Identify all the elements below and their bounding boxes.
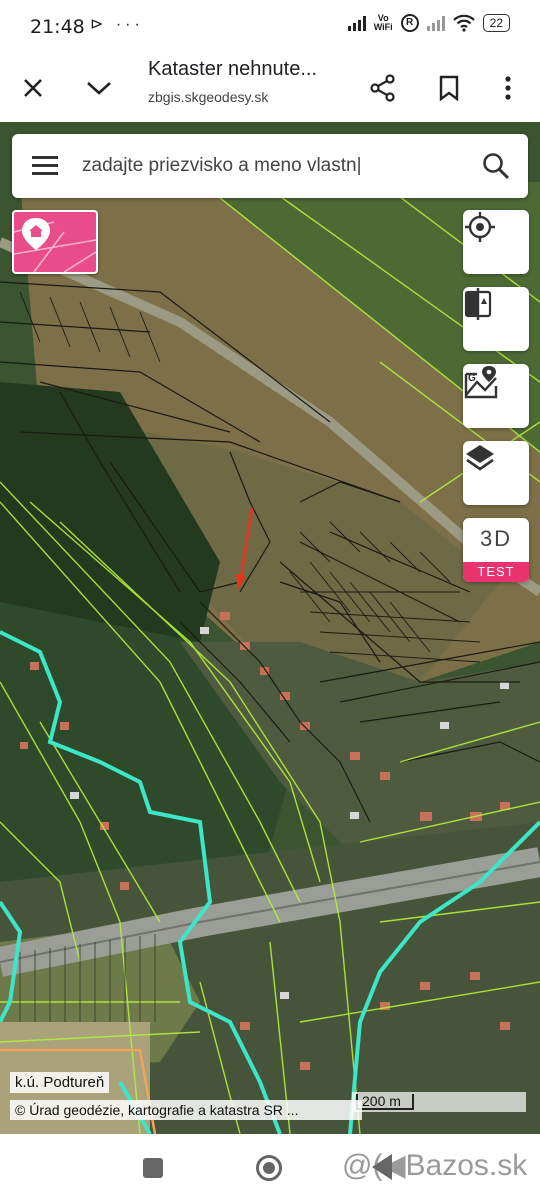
bookmark-icon[interactable] (427, 66, 471, 110)
copyright-text[interactable]: © Úrad geodézie, kartografie a katastra … (10, 1100, 362, 1120)
layers-button[interactable] (463, 441, 529, 505)
share-icon[interactable] (361, 66, 405, 110)
compare-button[interactable] (463, 287, 529, 351)
google-maps-icon: G (464, 366, 498, 399)
status-bar: 21:48 ⊳ ··· Vo WiFi R 22 (0, 0, 540, 56)
chevron-down-icon[interactable] (77, 66, 121, 110)
3d-view-button[interactable]: 3D TEST (463, 518, 529, 582)
cell-signal-icon (347, 15, 366, 31)
vowifi-icon: Vo WiFi (373, 13, 393, 32)
back-button[interactable] (372, 1154, 392, 1180)
google-maps-button[interactable]: G (463, 364, 529, 428)
menu-icon[interactable] (30, 152, 60, 180)
recents-button[interactable] (143, 1158, 163, 1178)
system-nav-bar: @(◀Bazos.sk (0, 1134, 540, 1200)
cell-signal-2-icon (426, 15, 445, 31)
scale-text: 200 m (362, 1093, 401, 1109)
page-url[interactable]: zbgis.skgeodesy.sk (148, 89, 268, 105)
roaming-icon: R (400, 14, 419, 32)
owner-search-input[interactable] (82, 148, 442, 184)
home-button[interactable] (256, 1155, 282, 1181)
status-time: 21:48 (30, 16, 85, 38)
scale-bar: 200 m (352, 1092, 526, 1112)
layers-icon (466, 445, 494, 471)
svg-text:G: G (468, 373, 476, 384)
browser-toolbar: Kataster nehnute... zbgis.skgeodesy.sk (0, 56, 540, 122)
map-view[interactable]: G 3D TEST k.ú. Podtureň 200 m © Úrad geo… (0, 122, 540, 1134)
bazos-watermark: @(◀Bazos.sk (342, 1149, 528, 1182)
3d-label: 3D (479, 526, 513, 551)
basemap-switch-button[interactable] (12, 210, 98, 274)
status-right-icons: Vo WiFi R 22 (347, 13, 510, 32)
basemap-pin-icon (14, 218, 96, 272)
page-title: Kataster nehnute... (148, 58, 318, 80)
battery-indicator: 22 (482, 14, 510, 32)
geolocate-button[interactable] (463, 210, 529, 274)
wifi-icon (452, 14, 475, 32)
search-icon[interactable] (478, 148, 514, 184)
crosshair-icon (465, 212, 495, 242)
more-vert-icon[interactable] (486, 66, 530, 110)
test-badge: TEST (463, 562, 529, 582)
cadastral-area-label: k.ú. Podtureň (10, 1072, 110, 1093)
status-notification-icons: ⊳ ··· (90, 16, 144, 33)
search-bar (12, 134, 528, 198)
close-icon[interactable] (11, 66, 55, 110)
compare-icon (464, 288, 492, 320)
